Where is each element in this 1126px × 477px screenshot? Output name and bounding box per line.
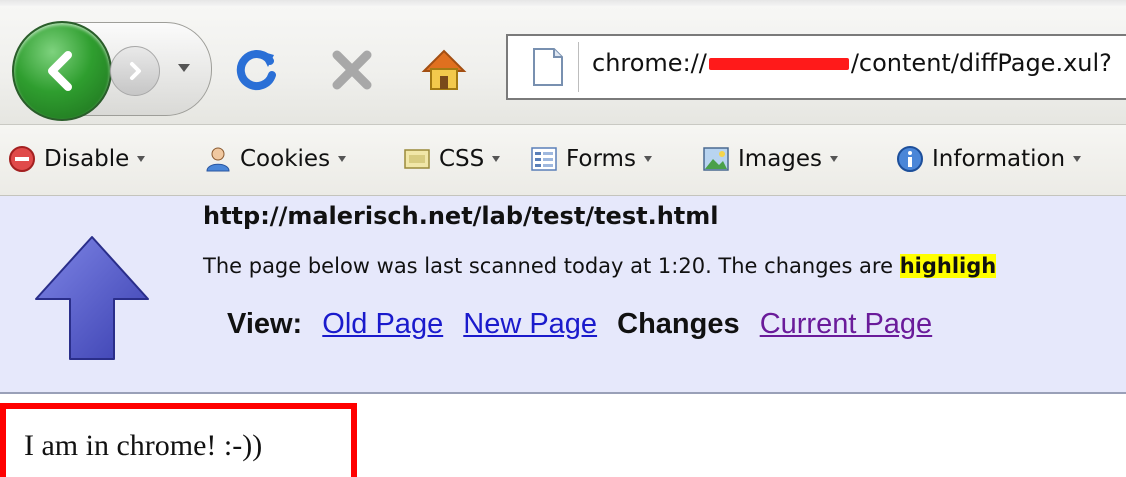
address-bar[interactable]: chrome:// /content/diffPage.xul? bbox=[506, 34, 1126, 100]
redacted-host bbox=[708, 58, 849, 70]
forms-label: Forms bbox=[566, 146, 636, 172]
highlight-sample: highligh bbox=[899, 254, 997, 278]
disable-label: Disable bbox=[44, 146, 130, 172]
stop-button[interactable] bbox=[320, 38, 384, 102]
cookies-label: Cookies bbox=[240, 146, 331, 172]
annotation-highlight-box: I am in chrome! :-)) bbox=[0, 403, 357, 477]
css-icon bbox=[403, 145, 431, 173]
information-label: Information bbox=[932, 146, 1066, 172]
cookies-icon bbox=[204, 145, 232, 173]
images-menu[interactable]: Images bbox=[702, 142, 839, 176]
cookies-menu[interactable]: Cookies bbox=[204, 142, 347, 176]
changes-current-view: Changes bbox=[617, 308, 740, 340]
forward-button[interactable] bbox=[110, 46, 160, 96]
home-button[interactable] bbox=[412, 38, 476, 102]
disable-icon bbox=[8, 145, 36, 173]
url-text[interactable]: chrome:// /content/diffPage.xul? bbox=[592, 49, 1112, 77]
information-icon bbox=[896, 145, 924, 173]
page-content-text: I am in chrome! :-)) bbox=[24, 429, 263, 462]
images-label: Images bbox=[738, 146, 823, 172]
view-switcher: View: Old Page New Page Changes Current … bbox=[227, 308, 944, 341]
forms-icon bbox=[530, 145, 558, 173]
web-developer-toolbar: Disable Cookies CSS Forms Images Informa… bbox=[0, 125, 1126, 196]
chevron-down-icon bbox=[137, 156, 146, 162]
reload-icon bbox=[236, 50, 276, 91]
back-button[interactable] bbox=[12, 21, 112, 121]
css-menu[interactable]: CSS bbox=[403, 142, 501, 176]
chevron-down-icon bbox=[830, 156, 839, 162]
chevron-down-icon bbox=[643, 156, 652, 162]
up-arrow-icon bbox=[35, 236, 149, 360]
update-scanner-panel: http://malerisch.net/lab/test/test.html … bbox=[0, 196, 1126, 394]
forward-arrow-icon bbox=[130, 62, 141, 80]
chevron-down-icon bbox=[338, 156, 347, 162]
navigation-toolbar: chrome:// /content/diffPage.xul? bbox=[0, 6, 1126, 125]
css-label: CSS bbox=[439, 146, 485, 172]
disable-menu[interactable]: Disable bbox=[8, 142, 146, 176]
page-icon bbox=[518, 42, 579, 92]
scanned-url: http://malerisch.net/lab/test/test.html bbox=[203, 202, 719, 230]
url-scheme: chrome:// bbox=[592, 49, 707, 77]
old-page-link[interactable]: Old Page bbox=[322, 308, 443, 340]
back-arrow-icon bbox=[48, 51, 72, 91]
chevron-down-icon bbox=[1073, 156, 1082, 162]
stop-icon bbox=[332, 50, 372, 90]
scan-description-text: The page below was last scanned today at… bbox=[203, 254, 900, 278]
url-path: /content/diffPage.xul? bbox=[850, 49, 1112, 77]
home-icon bbox=[421, 49, 467, 90]
blank-page-icon bbox=[533, 48, 563, 86]
forms-menu[interactable]: Forms bbox=[530, 142, 652, 176]
information-menu[interactable]: Information bbox=[896, 142, 1082, 176]
reload-button[interactable] bbox=[225, 38, 289, 102]
images-icon bbox=[702, 145, 730, 173]
history-dropdown-icon[interactable] bbox=[178, 64, 190, 72]
scan-description: The page below was last scanned today at… bbox=[203, 254, 997, 278]
view-label: View: bbox=[227, 308, 303, 340]
current-page-link[interactable]: Current Page bbox=[760, 308, 933, 340]
new-page-link[interactable]: New Page bbox=[463, 308, 597, 340]
chevron-down-icon bbox=[492, 156, 501, 162]
